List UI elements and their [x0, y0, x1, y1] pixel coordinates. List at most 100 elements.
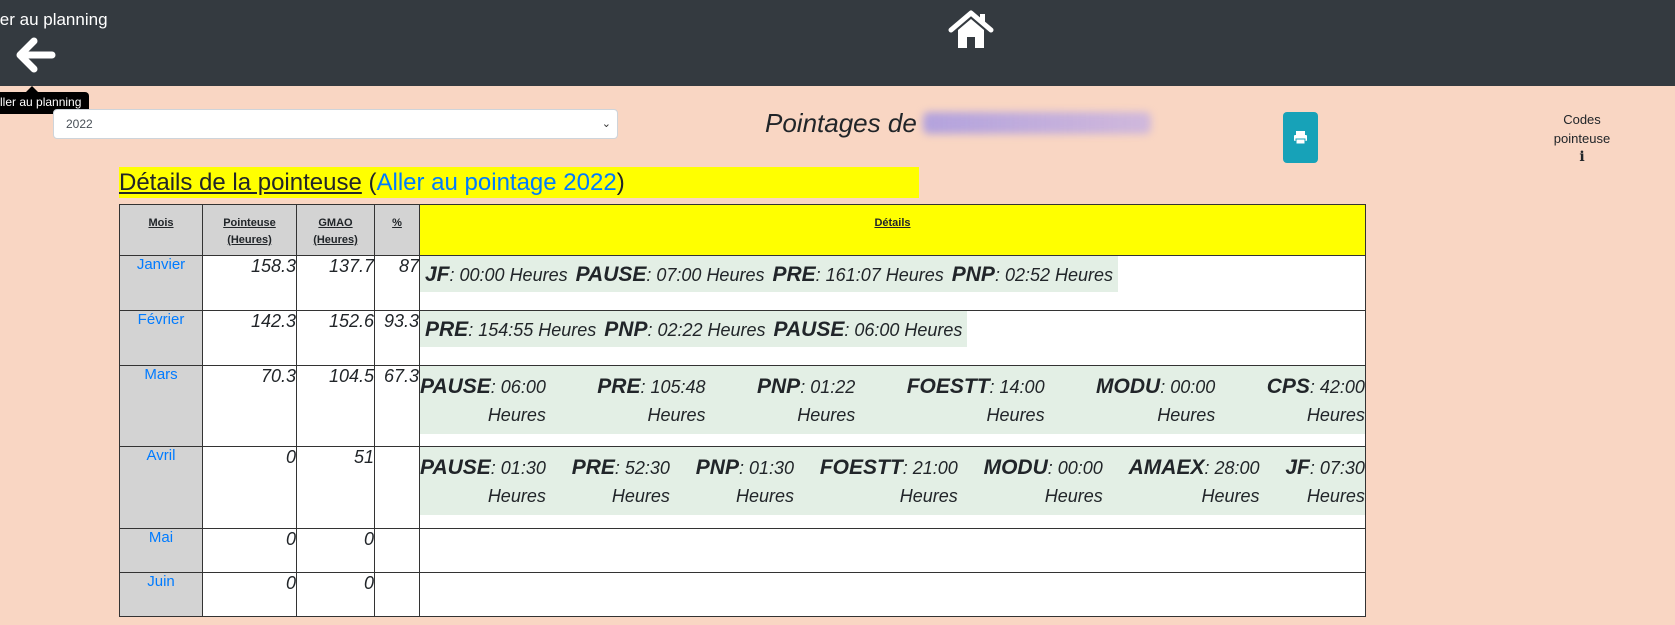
detail-value: : 01:22 [800, 377, 856, 397]
detail-chip: MODU: 00:00 Heures [1096, 373, 1215, 429]
month-link[interactable]: Juin [147, 573, 175, 590]
detail-unit: Heures [1306, 405, 1365, 425]
month-link[interactable]: Mars [144, 366, 177, 383]
pointeuse-hours-cell: 0 [202, 446, 297, 529]
detail-chip: PRE: 161:07 Heures [772, 263, 943, 287]
back-arrow-button[interactable] [14, 36, 58, 74]
table-row: Janvier 158.3 137.7 87 JF: 00:00 Heures PAUSE… [119, 255, 1366, 311]
table-row: Février 142.3 152.6 93.3 PRE: 154:55 Heures P… [119, 310, 1366, 366]
detail-code: FOESTT [906, 375, 990, 398]
detail-value: : 52:30 [614, 458, 670, 478]
month-link[interactable]: Avril [147, 447, 176, 464]
print-button[interactable] [1283, 112, 1318, 163]
arrow-left-icon [16, 37, 56, 73]
detail-unit: Heures [611, 486, 670, 506]
section-title: Détails de la pointeuse (Aller au pointa… [119, 167, 919, 198]
details-cell [419, 572, 1366, 617]
page-title: Pointages de [765, 108, 1151, 139]
home-button[interactable] [948, 10, 994, 50]
detail-chip: PRE: 52:30 Heures [572, 454, 670, 510]
home-icon [948, 10, 994, 48]
detail-code: PAUSE [773, 318, 845, 341]
detail-code: MODU [1096, 375, 1161, 398]
top-navbar: ler au planning [0, 0, 1675, 86]
pointeuse-hours-cell: 158.3 [202, 255, 297, 311]
pointeuse-hours-cell: 70.3 [202, 365, 297, 447]
detail-chip: FOESTT: 21:00 Heures [820, 454, 958, 510]
detail-value: : 00:00 [1160, 377, 1216, 397]
gmao-hours-cell: 0 [296, 572, 375, 617]
detail-unit: Heures [1157, 405, 1216, 425]
detail-code: JF [425, 263, 450, 286]
detail-value: : 21:00 [902, 458, 958, 478]
details-chip-group: PAUSE: 06:00 Heures PRE: 105:48 Heures PNP: … [420, 366, 1365, 434]
detail-code: PAUSE [575, 263, 647, 286]
section-title-text: Détails de la pointeuse [119, 169, 362, 196]
month-cell: Avril [119, 446, 203, 529]
detail-value: : 28:00 [1204, 458, 1260, 478]
percent-cell [374, 446, 420, 529]
header-pct[interactable]: % [374, 204, 420, 256]
detail-unit: Heures [487, 486, 546, 506]
details-cell: PRE: 154:55 Heures PNP: 02:22 Heures PAUSE… [419, 310, 1366, 366]
detail-chip: PAUSE: 06:00 Heures [774, 318, 963, 342]
detail-chip: PAUSE: 07:00 Heures [576, 263, 765, 287]
month-link[interactable]: Janvier [137, 256, 185, 273]
header-details[interactable]: Détails [419, 204, 1366, 256]
paren-open: ( [368, 169, 377, 196]
print-icon [1294, 131, 1307, 145]
blurred-employee-name [922, 112, 1151, 134]
detail-code: PNP [695, 456, 739, 479]
month-cell: Février [119, 310, 203, 366]
detail-chip: PAUSE: 01:30 Heures [420, 454, 546, 510]
pointeuse-table: Mois Pointeuse (Heures) GMAO (Heures) % Dé… [119, 204, 1366, 617]
detail-unit: Heures [986, 405, 1045, 425]
percent-cell: 87 [374, 255, 420, 311]
detail-value: : 02:22 Heures [647, 320, 766, 340]
detail-value: : 105:48 [640, 377, 706, 397]
detail-chip: MODU: 00:00 Heures [984, 454, 1103, 510]
pointeuse-hours-cell: 0 [202, 572, 297, 617]
detail-value: : 14:00 [989, 377, 1045, 397]
month-link[interactable]: Février [138, 311, 185, 328]
detail-unit: Heures [1306, 486, 1365, 506]
details-cell: PAUSE: 01:30 Heures PRE: 52:30 Heures PNP: 0… [419, 446, 1366, 529]
details-chip-group: PRE: 154:55 Heures PNP: 02:22 Heures PAUSE… [420, 311, 968, 347]
table-row: Mai 0 0 [119, 528, 1366, 573]
detail-code: AMAEX [1128, 456, 1205, 479]
detail-unit: Heures [735, 486, 794, 506]
goto-pointage-link[interactable]: Aller au pointage 2022 [377, 169, 617, 196]
back-to-planning-label: ler au planning [0, 10, 108, 29]
detail-code: PRE [597, 375, 641, 398]
gmao-hours-cell: 51 [296, 446, 375, 529]
header-gmao[interactable]: GMAO (Heures) [296, 204, 375, 256]
detail-value: : 161:07 Heures [815, 265, 944, 285]
header-mois[interactable]: Mois [119, 204, 203, 256]
detail-chip: PNP: 02:52 Heures [952, 263, 1113, 287]
detail-unit: Heures [487, 405, 546, 425]
year-select[interactable]: 2022 ⌄ [53, 109, 618, 139]
month-link[interactable]: Mai [149, 529, 173, 546]
detail-chip: PAUSE: 06:00 Heures [420, 373, 546, 429]
detail-value: : 06:00 [490, 377, 546, 397]
detail-value: : 01:30 [490, 458, 546, 478]
detail-code: PNP [757, 375, 801, 398]
table-row: Avril 0 51 PAUSE: 01:30 Heures PRE: 52:30 Heur… [119, 446, 1366, 529]
codes-pointeuse-info[interactable]: Codes pointeuse i [1530, 110, 1634, 167]
detail-code: PRE [772, 263, 816, 286]
detail-unit: Heures [1044, 486, 1103, 506]
header-pointeuse[interactable]: Pointeuse (Heures) [202, 204, 297, 256]
detail-chip: AMAEX: 28:00 Heures [1129, 454, 1260, 510]
pointeuse-hours-cell: 0 [202, 528, 297, 573]
gmao-hours-cell: 152.6 [296, 310, 375, 366]
detail-value: : 07:00 Heures [646, 265, 765, 285]
detail-chip: PNP: 01:30 Heures [696, 454, 794, 510]
details-chip-group: JF: 00:00 Heures PAUSE: 07:00 Heures PRE: … [420, 256, 1119, 292]
detail-code: CPS [1266, 375, 1310, 398]
detail-value: : 00:00 Heures [449, 265, 568, 285]
chevron-down-icon: ⌄ [601, 118, 611, 130]
detail-unit: Heures [1201, 486, 1260, 506]
detail-chip: JF: 00:00 Heures [425, 263, 568, 287]
detail-code: MODU [983, 456, 1048, 479]
percent-cell: 93.3 [374, 310, 420, 366]
